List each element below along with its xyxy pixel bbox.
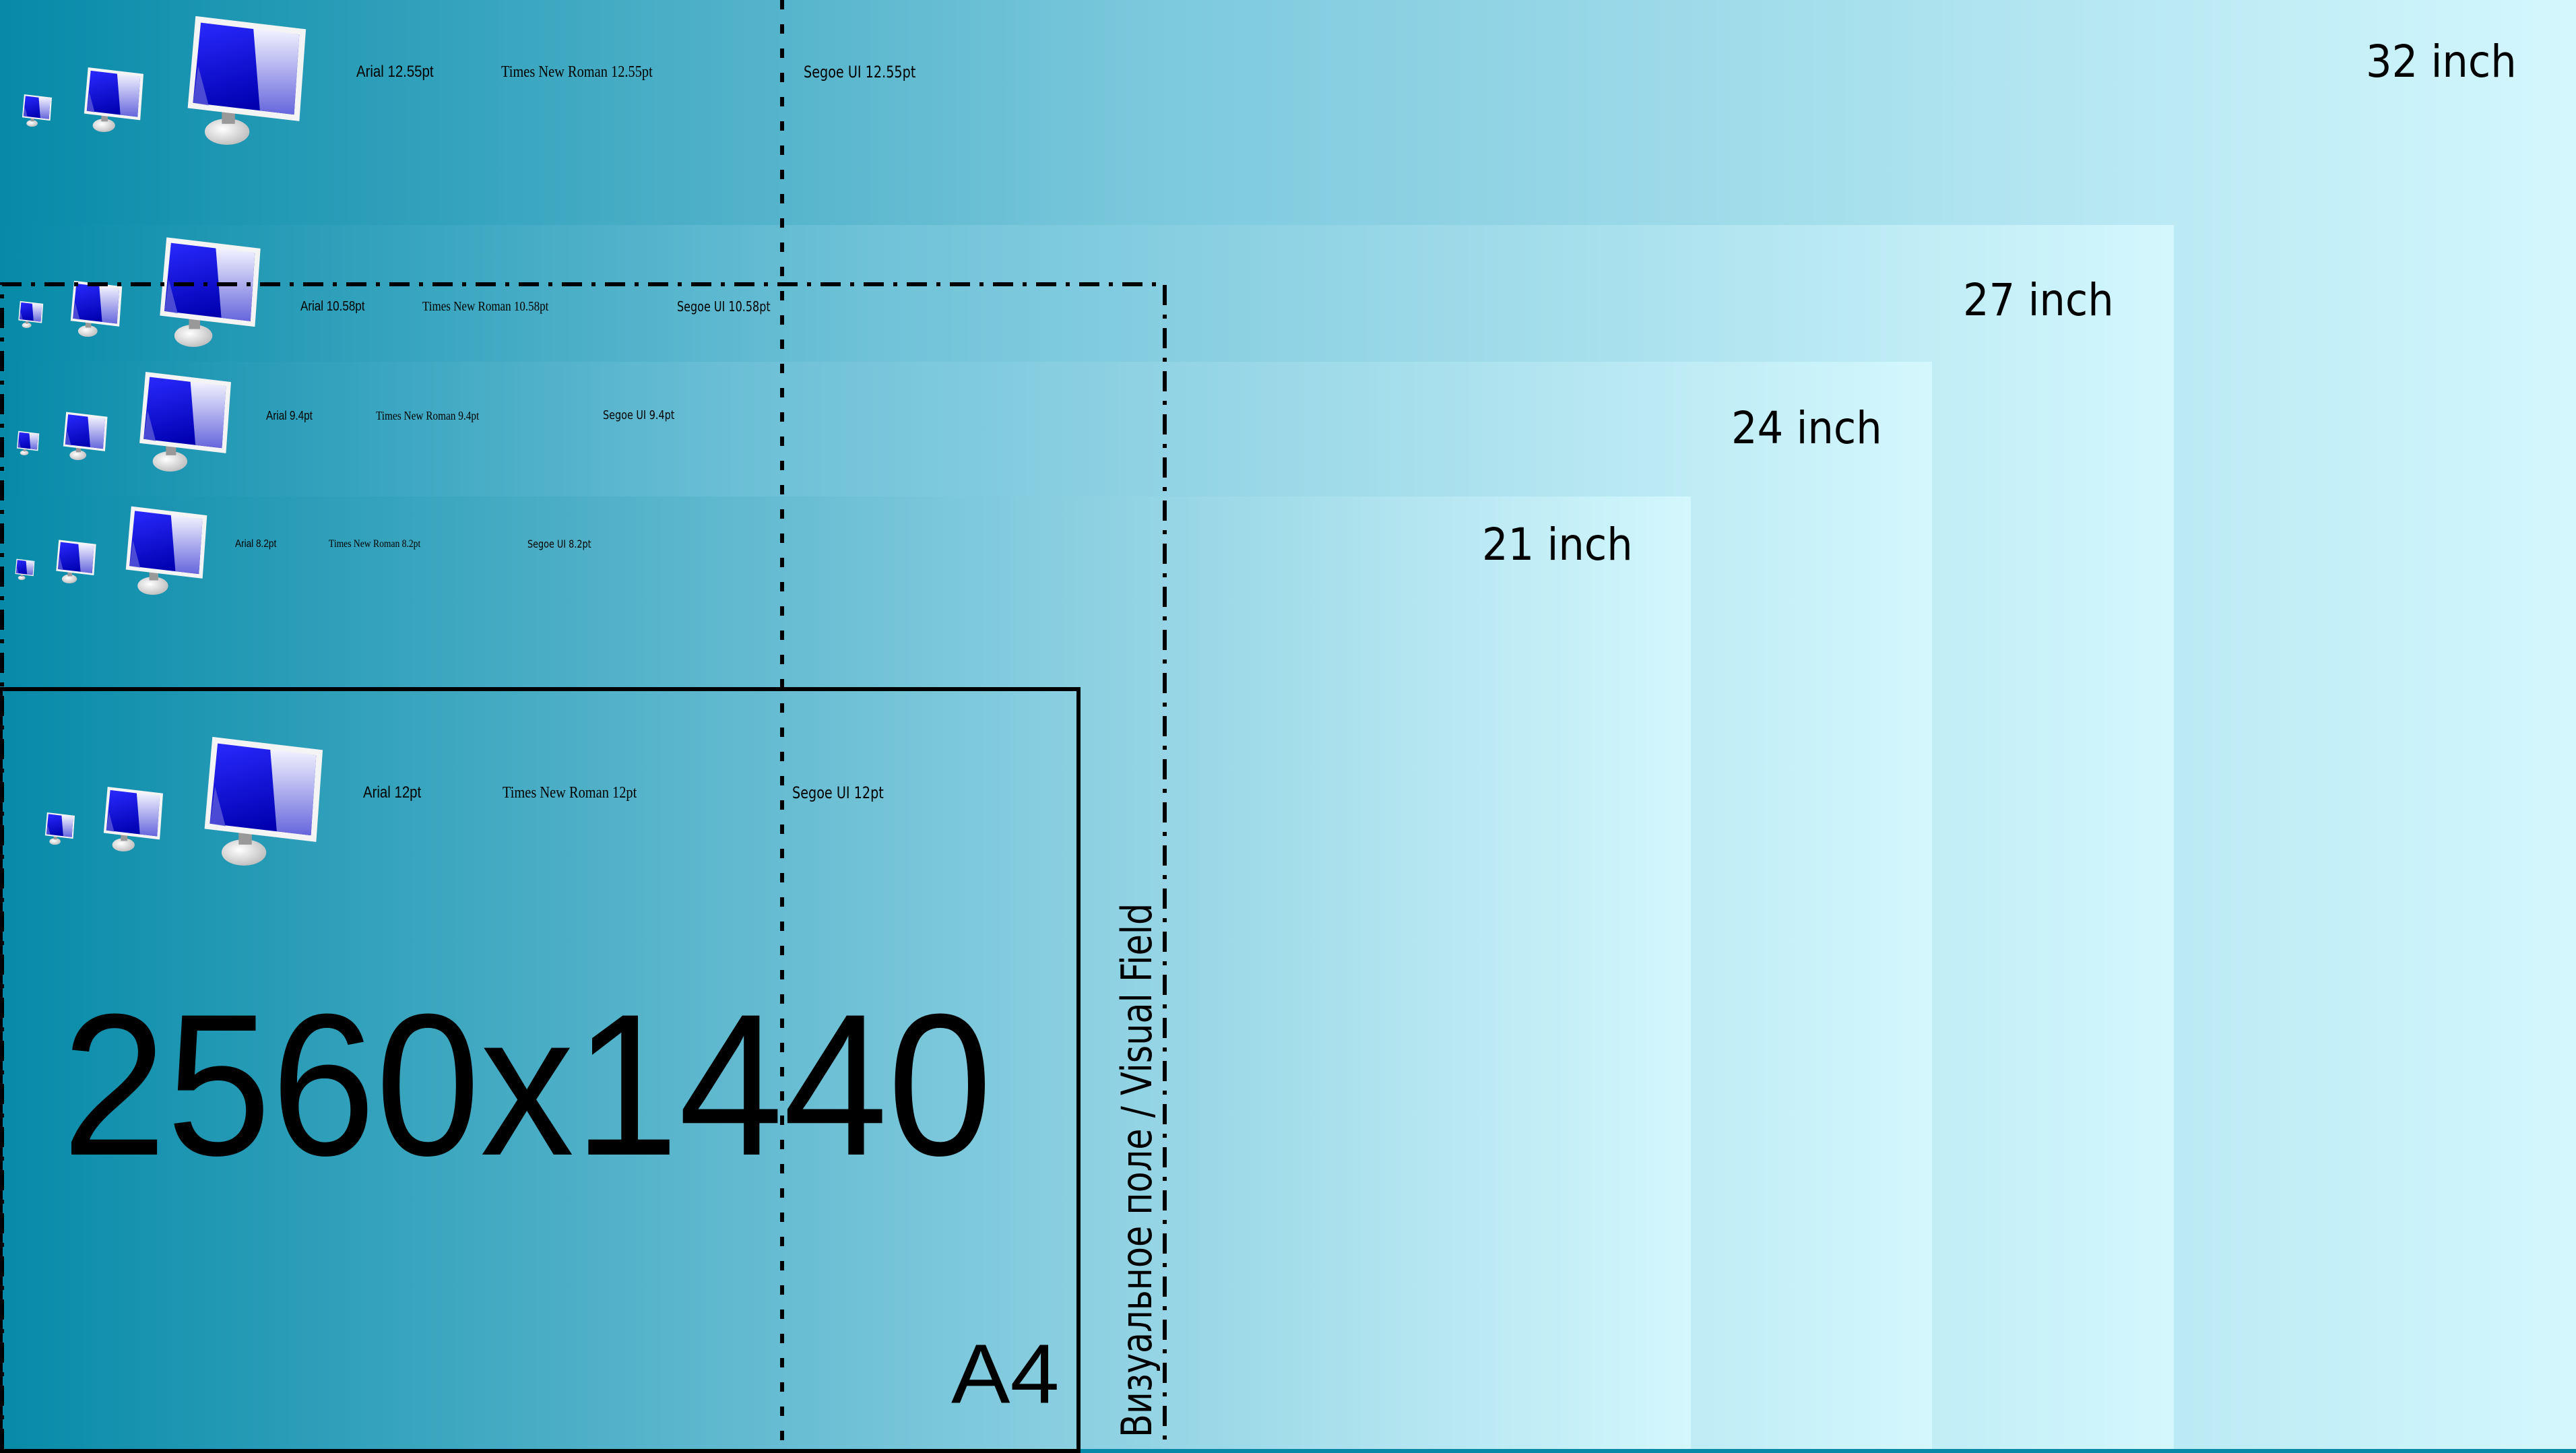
visual-field-frame: [0, 282, 1167, 1449]
guide-lines: [0, 0, 1167, 1449]
